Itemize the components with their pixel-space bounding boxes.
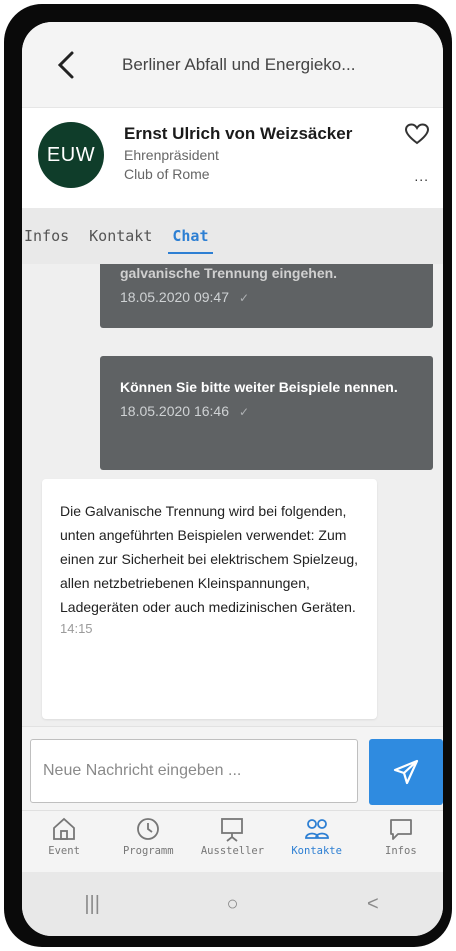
- message-text: galvanische Trennung eingehen.: [120, 265, 338, 281]
- heart-icon: [404, 123, 430, 145]
- profile-card: EUW Ernst Ulrich von Weizsäcker Ehrenprä…: [22, 107, 443, 208]
- message-time: 18.05.2020 16:46: [120, 403, 229, 419]
- more-options-button[interactable]: ...: [414, 168, 429, 184]
- profile-name: Ernst Ulrich von Weizsäcker: [124, 124, 353, 143]
- system-navigation-bar: ||| ○ <: [22, 872, 443, 936]
- chat-thread[interactable]: galvanische Trennung eingehen. 18.05.202…: [22, 264, 443, 726]
- profile-organization: Club of Rome: [124, 166, 210, 182]
- message-input[interactable]: [30, 739, 358, 803]
- app-screen: Berliner Abfall und Energieko... EUW Ern…: [22, 22, 443, 936]
- tab-infos[interactable]: Infos: [22, 208, 79, 264]
- back-arrow-icon: [57, 51, 74, 78]
- people-icon: [304, 819, 329, 839]
- message-text: Können Sie bitte weiter Beispiele nennen…: [120, 379, 398, 395]
- sent-check-icon: ✓: [239, 405, 250, 419]
- incoming-message: Die Galvanische Trennung wird bei folgen…: [42, 479, 377, 719]
- tab-chat[interactable]: Chat: [162, 208, 218, 264]
- message-text: Die Galvanische Trennung wird bei folgen…: [60, 503, 359, 615]
- message-time-row: 18.05.2020 09:47 ✓: [120, 289, 413, 305]
- outgoing-message: Können Sie bitte weiter Beispiele nennen…: [100, 356, 433, 470]
- phone-frame: Berliner Abfall und Energieko... EUW Ern…: [4, 4, 452, 947]
- nav-item-aussteller[interactable]: Aussteller: [190, 815, 274, 857]
- top-bar: Berliner Abfall und Energieko...: [22, 22, 443, 107]
- favorite-button[interactable]: [403, 120, 431, 148]
- nav-item-infos[interactable]: Infos: [359, 815, 443, 857]
- profile-role: Ehrenpräsident: [124, 147, 219, 163]
- nav-label: Event: [48, 845, 80, 857]
- nav-item-event[interactable]: Event: [22, 815, 106, 857]
- message-time: 14:15: [60, 621, 93, 636]
- back-button[interactable]: [36, 35, 96, 95]
- chat-bubble-icon: [389, 819, 412, 840]
- send-button[interactable]: [369, 739, 443, 805]
- nav-label: Infos: [385, 845, 417, 857]
- outgoing-message: galvanische Trennung eingehen. 18.05.202…: [100, 264, 433, 328]
- recents-button[interactable]: |||: [62, 884, 122, 924]
- page-title: Berliner Abfall und Energieko...: [122, 54, 356, 74]
- message-time: 18.05.2020 09:47: [120, 289, 229, 305]
- nav-label: Kontakte: [291, 845, 342, 857]
- sent-check-icon: ✓: [239, 291, 250, 305]
- nav-item-programm[interactable]: Programm: [106, 815, 190, 857]
- bottom-navigation: Event Programm Aussteller Kontakte Infos: [22, 810, 443, 872]
- message-composer: [22, 726, 443, 810]
- tab-bar: Infos Kontakt Chat: [22, 208, 443, 264]
- tab-kontakt[interactable]: Kontakt: [79, 208, 162, 264]
- home-button[interactable]: ○: [202, 884, 262, 924]
- nav-item-kontakte[interactable]: Kontakte: [275, 815, 359, 857]
- home-icon: [53, 817, 75, 840]
- system-back-button[interactable]: <: [343, 884, 403, 924]
- send-icon: [393, 759, 419, 785]
- avatar: EUW: [38, 122, 104, 188]
- clock-icon: [137, 818, 160, 840]
- message-time-row: 18.05.2020 16:46 ✓: [120, 403, 413, 419]
- nav-label: Programm: [122, 845, 174, 857]
- presentation-icon: [221, 818, 244, 842]
- nav-label: Aussteller: [200, 845, 265, 857]
